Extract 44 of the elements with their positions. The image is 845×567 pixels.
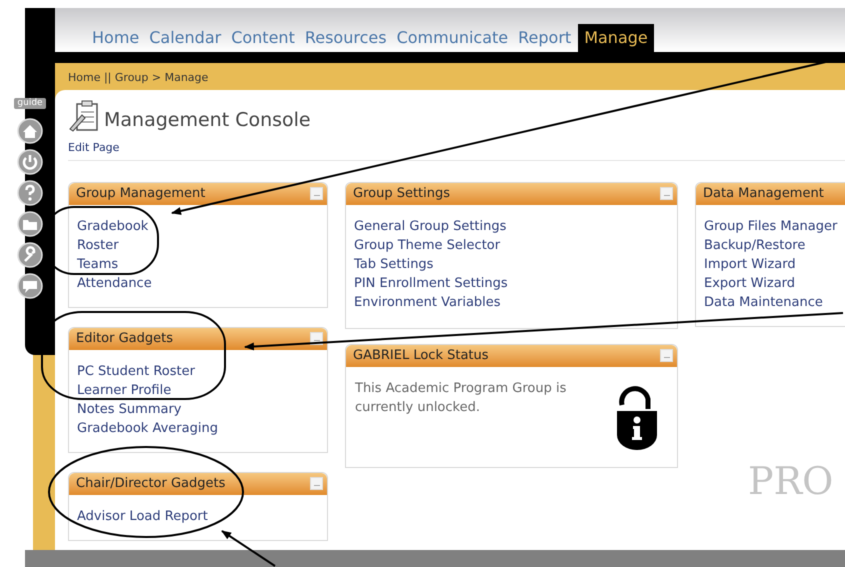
gadget-link[interactable]: Notes Summary bbox=[77, 400, 182, 418]
gadget-link[interactable]: Advisor Load Report bbox=[77, 506, 208, 526]
breadcrumb: Home || Group > Manage bbox=[68, 70, 208, 86]
gadget-link[interactable]: Gradebook Averaging bbox=[77, 418, 218, 438]
lock-status-message: This Academic Program Group is currently unlocked. bbox=[355, 380, 568, 416]
panel-title: Group Management bbox=[76, 184, 206, 203]
gadget-link[interactable]: Teams bbox=[77, 254, 118, 274]
panel-title: Editor Gadgets bbox=[76, 330, 174, 348]
power-icon[interactable] bbox=[17, 149, 43, 175]
page-title: Management Console bbox=[104, 111, 311, 132]
gadget-link[interactable]: Group Theme Selector bbox=[354, 236, 500, 254]
chat-icon[interactable] bbox=[17, 273, 43, 299]
panel-title: Group Settings bbox=[353, 184, 450, 203]
nav-tab[interactable]: Content bbox=[228, 24, 298, 52]
panel-title: GABRIEL Lock Status bbox=[353, 346, 489, 365]
gadget-link[interactable]: PC Student Roster bbox=[77, 362, 195, 380]
background-logo-text: PRO bbox=[748, 459, 834, 503]
gadget-link[interactable]: Attendance bbox=[77, 274, 152, 292]
gadget-link[interactable]: Learner Profile bbox=[77, 380, 172, 400]
nav-tab[interactable]: Report bbox=[515, 24, 574, 52]
gadget-link[interactable]: Export Wizard bbox=[704, 274, 796, 292]
panel-title: Data Management bbox=[703, 184, 824, 203]
gadget-link[interactable]: General Group Settings bbox=[354, 216, 506, 236]
annotation-arrow bbox=[221, 530, 276, 567]
nav-tab[interactable]: Calendar bbox=[146, 24, 224, 52]
clipboard-icon bbox=[68, 100, 100, 132]
nav-tab[interactable]: Manage bbox=[578, 24, 654, 52]
nav-tab[interactable]: Communicate bbox=[394, 24, 512, 52]
help-icon[interactable] bbox=[17, 180, 43, 206]
gadget-link[interactable]: Tab Settings bbox=[354, 254, 434, 274]
gadget-link[interactable]: Gradebook bbox=[77, 216, 148, 236]
gadget-link[interactable]: Data Maintenance bbox=[704, 292, 823, 312]
gadget-link[interactable]: Environment Variables bbox=[354, 292, 501, 312]
panel-title: Chair/Director Gadgets bbox=[76, 474, 226, 493]
gadget-link[interactable]: PIN Enrollment Settings bbox=[354, 274, 508, 292]
gadget-link[interactable]: Backup/Restore bbox=[704, 236, 806, 254]
folder-icon[interactable] bbox=[17, 211, 43, 237]
gadget-link[interactable]: Import Wizard bbox=[704, 254, 796, 274]
gadget-link[interactable]: Group Files Manager bbox=[704, 216, 838, 236]
home-icon[interactable] bbox=[17, 118, 43, 144]
gadget-link[interactable]: Roster bbox=[77, 236, 119, 254]
edit-page-link[interactable]: Edit Page bbox=[68, 140, 845, 156]
nav-tab[interactable]: Home bbox=[89, 24, 142, 52]
nav-tab[interactable]: Resources bbox=[302, 24, 390, 52]
